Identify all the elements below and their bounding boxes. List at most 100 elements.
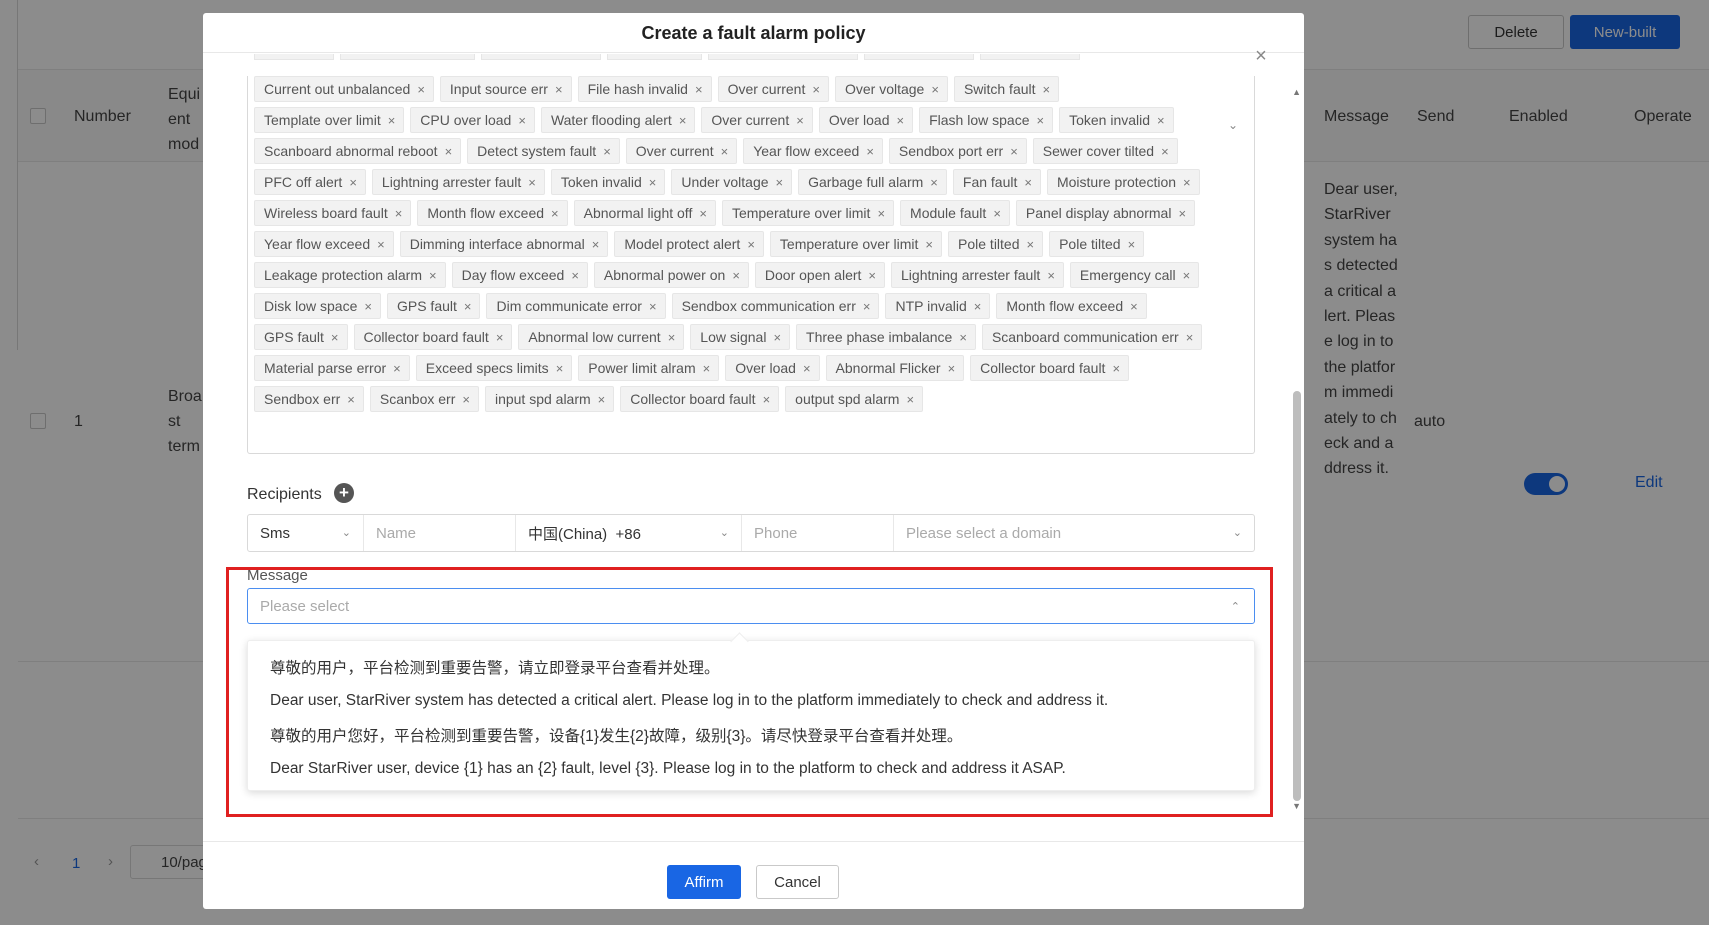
remove-tag-icon[interactable]: × [1178,206,1186,221]
remove-tag-icon[interactable]: × [393,361,401,376]
remove-tag-icon[interactable]: × [496,330,504,345]
remove-tag-icon[interactable]: × [866,144,874,159]
remove-tag-icon[interactable]: × [668,330,676,345]
remove-tag-icon[interactable]: × [703,361,711,376]
remove-tag-icon[interactable]: × [747,237,755,252]
message-option[interactable]: Dear user, StarRiver system has detected… [248,684,1254,718]
remove-tag-icon[interactable]: × [1130,299,1138,314]
remove-tag-icon[interactable]: × [1128,237,1136,252]
remove-tag-icon[interactable]: × [462,392,470,407]
remove-tag-icon[interactable]: × [347,392,355,407]
scroll-up-icon[interactable]: ▲ [1292,87,1301,97]
fault-tag-label: input spd alarm [494,391,591,407]
remove-tag-icon[interactable]: × [377,237,385,252]
message-option[interactable]: 尊敬的用户，平台检测到重要告警，请立即登录平台查看并处理。 [248,650,1254,684]
remove-tag-icon[interactable]: × [1037,113,1045,128]
remove-tag-icon[interactable]: × [732,268,740,283]
remove-tag-icon[interactable]: × [555,82,563,97]
chevron-down-icon[interactable]: ⌄ [1228,118,1238,132]
name-input[interactable]: Name [364,515,516,551]
remove-tag-icon[interactable]: × [598,392,606,407]
remove-tag-icon[interactable]: × [417,82,425,97]
fault-tag-label: Template over limit [264,112,381,128]
message-select[interactable]: Please select ⌃ [247,588,1255,624]
remove-tag-icon[interactable]: × [993,206,1001,221]
remove-tag-icon[interactable]: × [1024,175,1032,190]
remove-tag-icon[interactable]: × [1157,113,1165,128]
remove-tag-icon[interactable]: × [571,268,579,283]
domain-select[interactable]: Please select a domain ⌄ [894,515,1254,551]
remove-tag-icon[interactable]: × [868,268,876,283]
send-type-select[interactable]: Sms ⌄ [248,515,364,551]
message-option[interactable]: Dear StarRiver user, device {1} has an {… [248,752,1254,786]
remove-tag-icon[interactable]: × [897,113,905,128]
remove-tag-icon[interactable]: × [925,237,933,252]
remove-tag-icon[interactable]: × [877,206,885,221]
remove-tag-icon[interactable]: × [803,361,811,376]
fault-tag-label: Sewer cover tilted [1042,143,1155,159]
scrollbar[interactable] [1293,391,1301,801]
remove-tag-icon[interactable]: × [556,361,564,376]
remove-tag-icon[interactable]: × [1047,268,1055,283]
remove-tag-icon[interactable]: × [863,299,871,314]
remove-tag-icon[interactable]: × [388,113,396,128]
fault-tag-label: Scanbox err [379,391,456,407]
remove-tag-icon[interactable]: × [974,299,982,314]
remove-tag-icon[interactable]: × [364,299,372,314]
remove-tag-icon[interactable]: × [395,206,403,221]
message-option[interactable]: 尊敬的用户您好，平台检测到重要告警，设备{1}发生{2}故障，级别{3}。请尽快… [248,718,1254,752]
fault-tag: Collector board fault × [620,386,780,412]
affirm-button[interactable]: Affirm [667,865,741,899]
remove-tag-icon[interactable]: × [592,237,600,252]
remove-tag-icon[interactable]: × [1112,361,1120,376]
remove-tag-icon[interactable]: × [1186,330,1194,345]
remove-tag-icon[interactable]: × [776,175,784,190]
fault-tag: Lightning arrester fault × [371,169,545,195]
remove-tag-icon[interactable]: × [429,268,437,283]
remove-tag-icon[interactable]: × [763,392,771,407]
remove-tag-icon[interactable]: × [721,144,729,159]
remove-tag-icon[interactable]: × [812,82,820,97]
fault-tag-label: Temperature over limit [779,236,919,252]
chevron-down-icon: ⌄ [1232,527,1242,539]
remove-tag-icon[interactable]: × [773,330,781,345]
country-code-select[interactable]: 中国(China) +86 ⌄ [516,515,742,551]
remove-tag-icon[interactable]: × [464,299,472,314]
remove-tag-icon[interactable]: × [931,82,939,97]
fault-tag-label: Abnormal Flicker [835,360,941,376]
remove-tag-icon[interactable]: × [551,206,559,221]
fault-tag: Scanbox err × [369,386,479,412]
fault-tag-label: Pole tilted [1059,236,1121,252]
remove-tag-icon[interactable]: × [603,144,611,159]
remove-tag-icon[interactable]: × [518,113,526,128]
remove-tag-icon[interactable]: × [1010,144,1018,159]
remove-tag-icon[interactable]: × [1043,82,1051,97]
remove-tag-icon[interactable]: × [528,175,536,190]
remove-tag-icon[interactable]: × [331,330,339,345]
fault-type-select[interactable]: Current out unbalanced × Input source err ×… [247,54,1255,454]
phone-input[interactable]: Phone [742,515,894,551]
remove-tag-icon[interactable]: × [1027,237,1035,252]
fault-tag: Flash low space × [919,107,1054,133]
remove-tag-icon[interactable]: × [649,175,657,190]
remove-tag-icon[interactable]: × [649,299,657,314]
remove-tag-icon[interactable]: × [796,113,804,128]
remove-tag-icon[interactable]: × [959,330,967,345]
remove-tag-icon[interactable]: × [1183,175,1191,190]
remove-tag-icon[interactable]: × [1161,144,1169,159]
remove-tag-icon[interactable]: × [1183,268,1191,283]
remove-tag-icon[interactable]: × [695,82,703,97]
add-recipient-icon[interactable]: + [334,483,354,503]
remove-tag-icon[interactable]: × [930,175,938,190]
scroll-down-icon[interactable]: ▼ [1292,801,1301,811]
remove-tag-icon[interactable]: × [948,361,956,376]
message-label: Message [247,567,308,584]
remove-tag-icon[interactable]: × [445,144,453,159]
remove-tag-icon[interactable]: × [699,206,707,221]
remove-tag-icon[interactable]: × [679,113,687,128]
cancel-button[interactable]: Cancel [756,865,839,899]
fault-tag: NTP invalid × [885,293,991,319]
fault-tag-label: Sendbox port err [898,143,1004,159]
remove-tag-icon[interactable]: × [349,175,357,190]
remove-tag-icon[interactable]: × [906,392,914,407]
